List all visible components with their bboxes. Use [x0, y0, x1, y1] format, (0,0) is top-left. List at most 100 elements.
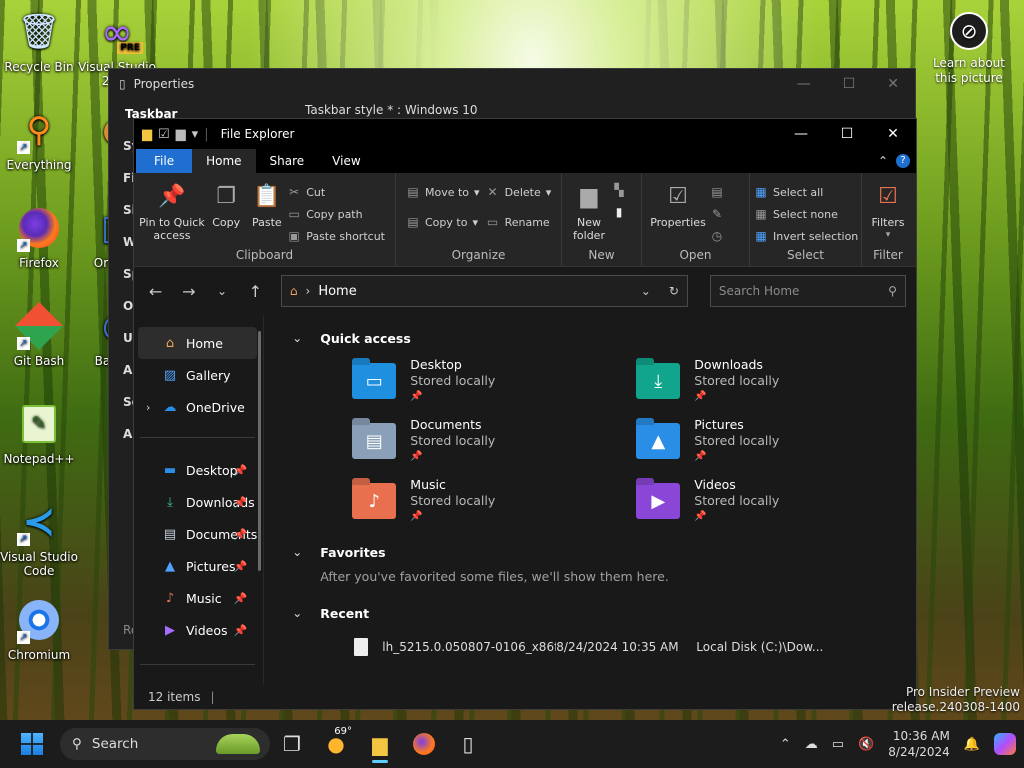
desktop-icon-notepad-plus-plus[interactable]: ✎ Notepad++: [0, 400, 78, 466]
clock[interactable]: 10:36 AM 8/24/2024: [888, 728, 950, 760]
ribbon-tabs: File Home Share View ⌃ ?: [134, 149, 916, 173]
close-icon[interactable]: ✕: [887, 76, 899, 92]
nav-item-pictures[interactable]: ▲ Pictures 📌: [134, 550, 257, 582]
desktop-icon-git-bash[interactable]: ↗ Git Bash: [0, 301, 78, 368]
back-icon[interactable]: ←: [144, 282, 167, 301]
paste-shortcut-button[interactable]: ▣ Paste shortcut: [287, 227, 385, 245]
nav-item-downloads[interactable]: ⤓ Downloads 📌: [134, 486, 257, 518]
desktop-icon-chromium[interactable]: ↗ Chromium: [0, 596, 78, 662]
collapse-ribbon-icon[interactable]: ⌃: [878, 154, 888, 168]
section-favorites[interactable]: ⌄ Favorites: [292, 541, 920, 563]
gallery-icon: ▨: [163, 367, 177, 383]
nav-item-gallery[interactable]: ▨ Gallery: [134, 359, 257, 391]
taskbar-search[interactable]: ⚲ Search: [60, 728, 270, 760]
forward-icon[interactable]: →: [177, 282, 200, 301]
search-box[interactable]: ⚲: [709, 275, 906, 307]
invert-selection-button[interactable]: ▦ Invert selection: [754, 227, 858, 245]
close-icon[interactable]: ✕: [870, 126, 916, 142]
address-history-icon[interactable]: ⌄: [641, 284, 651, 298]
recent-file-location: Local Disk (C:)\Dow...: [696, 640, 824, 654]
customize-quick-access-icon[interactable]: ▾: [192, 127, 199, 142]
tab-file[interactable]: File: [136, 149, 193, 173]
music-icon: ♪: [165, 590, 175, 606]
refresh-icon[interactable]: ↻: [669, 284, 679, 298]
recent-locations-icon[interactable]: ⌄: [210, 284, 233, 298]
minimize-icon[interactable]: —: [797, 76, 811, 92]
breadcrumb-home[interactable]: Home: [318, 284, 356, 299]
copy-to-button[interactable]: ▤ Copy to ▾: [406, 213, 480, 231]
chevron-down-icon[interactable]: ⌄: [292, 331, 304, 345]
navigation-scrollbar[interactable]: [258, 331, 262, 571]
recent-file-row[interactable]: lh_5215.0.050807-0106_x86fre_cli... 8/24…: [292, 638, 920, 656]
notepad-plus-plus-icon: ✎: [15, 400, 63, 448]
open-button[interactable]: ▤: [710, 183, 724, 201]
music-folder-icon: ♪: [352, 483, 397, 519]
quick-access-videos[interactable]: ▶ Videos Stored locally 📌: [636, 477, 920, 527]
taskbar-firefox[interactable]: [404, 724, 444, 764]
widgets-button[interactable]: ● 69°: [316, 724, 356, 764]
desktop-icon-recycle-bin[interactable]: 🗑 Recycle Bin: [0, 8, 78, 74]
nav-item-onedrive[interactable]: › ☁ OneDrive: [134, 391, 257, 423]
quick-access-music[interactable]: ♪ Music Stored locally 📌: [352, 477, 636, 527]
minimize-icon[interactable]: —: [778, 126, 824, 142]
nav-item-music[interactable]: ♪ Music 📌: [134, 582, 257, 614]
quick-access-documents[interactable]: ▤ Documents Stored locally 📌: [352, 417, 636, 467]
maximize-icon[interactable]: ☐: [843, 76, 856, 92]
recycle-bin-icon: 🗑: [17, 12, 61, 52]
history-button[interactable]: ◷: [710, 227, 724, 245]
desktop-icon-everything[interactable]: ⚲ ↗ Everything: [0, 106, 78, 172]
new-item-button[interactable]: ▚: [612, 181, 626, 199]
easy-access-button[interactable]: ▮: [612, 203, 626, 221]
start-button[interactable]: [12, 724, 52, 764]
quick-access-pictures[interactable]: ▲ Pictures Stored locally 📌: [636, 417, 920, 467]
nav-item-home[interactable]: ⌂ Home: [138, 327, 258, 359]
desktop-icon-vscode[interactable]: ≺ ↗ Visual Studio Code: [0, 498, 78, 578]
maximize-icon[interactable]: ☐: [824, 126, 870, 142]
notification-bell-icon[interactable]: 🔔: [964, 737, 980, 752]
edit-button[interactable]: ✎: [710, 205, 724, 223]
desktop-icon-firefox[interactable]: ↗ Firefox: [0, 204, 78, 270]
learn-about-picture[interactable]: ⊘ Learn about this picture: [924, 12, 1014, 86]
videos-icon: ▶: [165, 622, 175, 638]
chevron-down-icon[interactable]: ⌄: [292, 606, 304, 620]
tab-home[interactable]: Home: [192, 149, 256, 173]
pictures-folder-icon: ▲: [636, 423, 681, 459]
show-hidden-icons-icon[interactable]: ⌃: [780, 737, 791, 752]
tab-view[interactable]: View: [318, 149, 374, 173]
quick-access-downloads[interactable]: ⤓ Downloads Stored locally 📌: [636, 357, 920, 407]
chevron-right-icon[interactable]: ›: [146, 401, 150, 414]
search-icon: ⚲: [888, 284, 897, 298]
section-quick-access[interactable]: ⌄ Quick access: [292, 327, 920, 349]
copilot-icon[interactable]: [994, 733, 1016, 755]
help-icon[interactable]: ?: [896, 154, 910, 168]
chevron-down-icon[interactable]: ⌄: [292, 545, 304, 559]
search-input[interactable]: [718, 284, 879, 298]
network-icon[interactable]: ☁: [805, 737, 818, 752]
properties-quick-icon[interactable]: ☑: [158, 127, 170, 142]
tab-share[interactable]: Share: [256, 149, 319, 173]
ribbon-group-organize: ▤ Move to ▾ ▤ Copy to ▾ ✕ Delete ▾ ▭ Rename …: [396, 173, 562, 266]
address-bar[interactable]: ⌂ › Home ⌄ ↻: [280, 275, 688, 307]
section-recent[interactable]: ⌄ Recent: [292, 602, 920, 624]
up-icon[interactable]: ↑: [244, 282, 267, 301]
task-view-button[interactable]: ❐: [272, 724, 312, 764]
nav-item-documents[interactable]: ▤ Documents 📌: [134, 518, 257, 550]
taskbar-file-explorer[interactable]: ▆: [360, 724, 400, 764]
select-all-button[interactable]: ▦ Select all: [754, 183, 858, 201]
copy-path-button[interactable]: ▭ Copy path: [287, 205, 385, 223]
volume-muted-icon[interactable]: 🔇: [858, 737, 874, 752]
paste-icon: 📋: [253, 183, 281, 209]
move-to-icon: ▤: [407, 185, 419, 199]
select-none-button[interactable]: ▦ Select none: [754, 205, 858, 223]
move-to-button[interactable]: ▤ Move to ▾: [406, 183, 479, 201]
new-folder-quick-icon[interactable]: ▆: [176, 127, 186, 142]
taskbar-properties-app[interactable]: ▯: [448, 724, 488, 764]
delete-button[interactable]: ✕ Delete ▾: [486, 183, 552, 201]
rename-button[interactable]: ▭ Rename: [486, 213, 552, 231]
nav-item-desktop[interactable]: ▬ Desktop 📌: [134, 454, 257, 486]
display-icon[interactable]: ▭: [832, 737, 844, 752]
cut-button[interactable]: ✂ Cut: [287, 183, 385, 201]
quick-access-desktop[interactable]: ▭ Desktop Stored locally 📌: [352, 357, 636, 407]
status-separator: |: [210, 690, 215, 704]
nav-item-videos[interactable]: ▶ Videos 📌: [134, 614, 257, 646]
